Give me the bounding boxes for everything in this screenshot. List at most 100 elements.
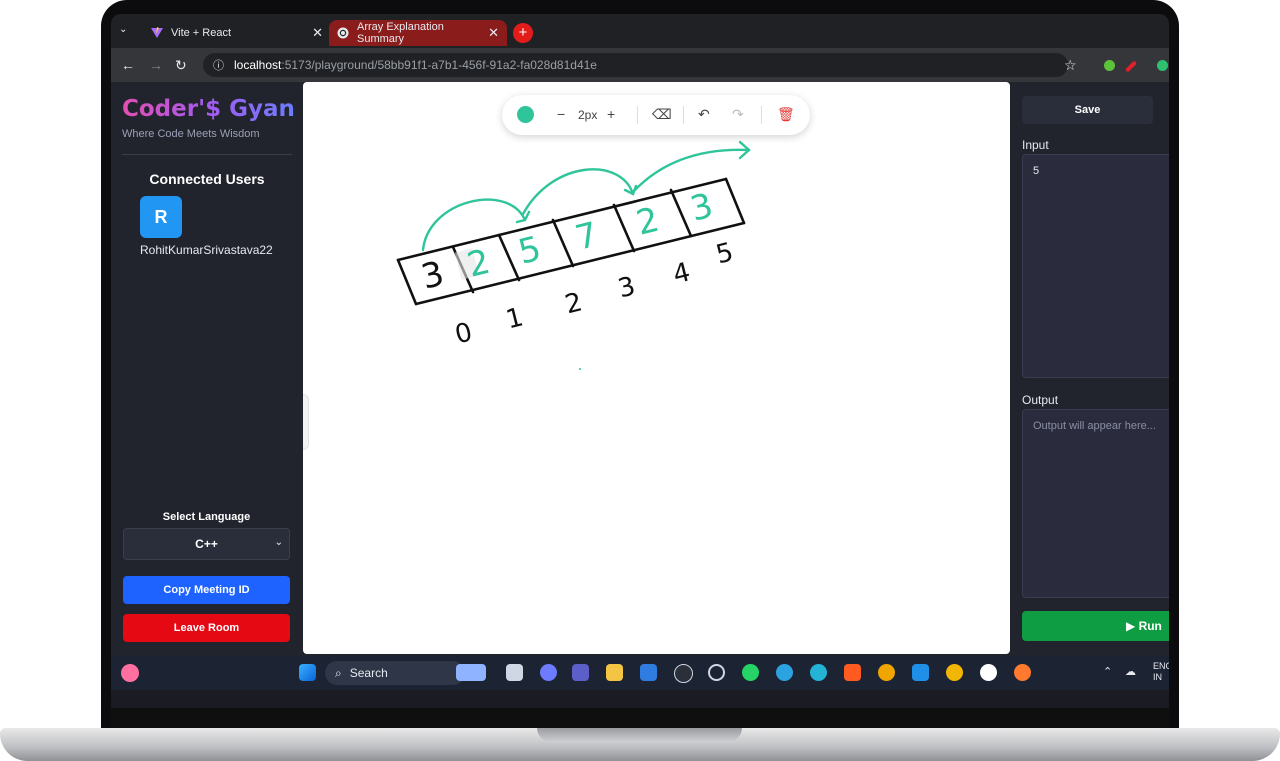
weather-widget-icon[interactable]	[121, 664, 139, 682]
language-select-value: C++	[195, 537, 218, 551]
new-tab-button[interactable]: +	[513, 23, 533, 43]
input-field[interactable]: 5	[1022, 154, 1169, 378]
tab-label: Array Explanation Summary	[357, 21, 444, 45]
task-view-icon[interactable]	[506, 664, 523, 681]
array-value-4: 2	[632, 200, 663, 244]
forward-arrow-icon[interactable]: →	[149, 57, 163, 73]
teams-icon[interactable]	[572, 664, 589, 681]
whiteboard-canvas[interactable]: 3 2 5 7 2 3 0 1 2 3 4 5 − 2px + ⌫ ↶ ↷ 🗑	[303, 82, 1010, 654]
save-button[interactable]: Save	[1022, 96, 1153, 124]
vite-logo-icon	[151, 27, 163, 39]
array-value-5: 3	[686, 186, 717, 230]
brave-icon[interactable]	[844, 664, 861, 681]
back-arrow-icon[interactable]: ←	[121, 57, 135, 73]
site-info-icon[interactable]: ⓘ	[213, 57, 224, 73]
toolbar-divider	[683, 106, 684, 124]
avatar: R	[140, 196, 182, 238]
input-label: Input	[1022, 138, 1049, 152]
array-index-4: 4	[670, 257, 693, 290]
array-index-3: 3	[615, 271, 638, 304]
toolbar-divider	[637, 106, 638, 124]
decrease-stroke-icon[interactable]: −	[557, 106, 565, 122]
brand-logo: Coder'$ Gyan	[122, 96, 295, 122]
chevron-down-icon: ⌄	[274, 537, 283, 548]
chrome-icon[interactable]	[878, 664, 895, 681]
whatsapp-icon[interactable]	[742, 664, 759, 681]
input-language-indicator[interactable]: ENG IN	[1153, 661, 1169, 683]
select-language-label: Select Language	[162, 511, 251, 523]
array-index-2: 2	[562, 287, 585, 320]
output-label: Output	[1022, 393, 1059, 407]
io-panel: Save Input 5 Output Output will appear h…	[1010, 82, 1169, 656]
chrome-active-icon[interactable]	[946, 664, 963, 681]
stroke-width-value: 2px	[578, 108, 598, 122]
brand-tagline: Where Code Meets Wisdom	[122, 128, 260, 140]
stray-dot	[579, 368, 581, 370]
telegram-icon[interactable]	[776, 664, 793, 681]
undo-icon[interactable]: ↶	[698, 106, 710, 123]
whiteboard-drawing: 3 2 5 7 2 3 0 1 2 3 4 5	[396, 140, 751, 370]
url-host: localhost	[234, 58, 282, 72]
language-line1: ENG	[1153, 661, 1169, 671]
openai-logo-icon	[337, 27, 349, 39]
edge-icon[interactable]	[810, 664, 827, 681]
reload-icon[interactable]: ↻	[175, 57, 187, 74]
search-icon: ⌕	[335, 665, 342, 680]
tab-vite-react[interactable]: Vite + React ✕	[143, 20, 331, 46]
tab-array-explanation[interactable]: Array Explanation Summary ✕	[329, 20, 507, 46]
language-select[interactable]: C++ ⌄	[123, 528, 290, 560]
array-value-2: 5	[514, 229, 545, 273]
tray-chevron-up-icon[interactable]: ⌃	[1103, 665, 1112, 678]
drawing-toolbar: − 2px + ⌫ ↶ ↷ 🗑	[502, 95, 810, 135]
sidebar: Coder'$ Gyan Where Code Meets Wisdom Con…	[111, 82, 303, 656]
screen: ⌄ Vite + React ✕ Array Explanation Summa…	[111, 14, 1169, 708]
url-input[interactable]: ⓘ localhost :5173/playground/58bb91f1-a7…	[203, 53, 1068, 77]
toolbar-divider	[761, 106, 762, 124]
run-button[interactable]: ▶ Run	[1022, 611, 1169, 641]
array-index-5: 5	[713, 237, 736, 270]
url-path: :5173/playground/58bb91f1-a7b1-456f-91a2…	[281, 58, 597, 72]
increase-stroke-icon[interactable]: +	[607, 106, 615, 122]
array-index-1: 1	[503, 302, 526, 335]
laptop-notch	[537, 728, 742, 742]
taskbar-search[interactable]: ⌕ Search	[325, 661, 465, 685]
postman-icon[interactable]	[1014, 664, 1031, 681]
close-icon[interactable]: ✕	[312, 25, 323, 41]
panel-resize-handle[interactable]	[303, 394, 309, 450]
extension-icon[interactable]	[1157, 60, 1168, 71]
tray-status-icon[interactable]: ☁	[1125, 665, 1136, 678]
openai-app-icon[interactable]	[708, 664, 725, 681]
connected-users-title: Connected Users	[149, 171, 265, 187]
extension-icon[interactable]	[1104, 60, 1115, 71]
dell-icon[interactable]	[674, 664, 693, 683]
pen-extension-icon[interactable]	[1124, 60, 1138, 73]
color-swatch[interactable]	[517, 106, 534, 123]
username: RohitKumarSrivastava22	[140, 243, 273, 257]
language-line2: IN	[1153, 672, 1162, 682]
array-index-0: 0	[452, 317, 475, 350]
store-icon[interactable]	[640, 664, 657, 681]
close-icon[interactable]: ✕	[488, 25, 499, 41]
trash-icon[interactable]: 🗑	[777, 106, 795, 123]
taskbar: ⌕ Search ⌃ ☁ ENG IN	[111, 656, 1169, 690]
windows-start-icon[interactable]	[299, 664, 316, 681]
search-highlight-icon[interactable]	[456, 664, 486, 681]
output-field: Output will appear here...	[1022, 409, 1169, 598]
eraser-icon[interactable]: ⌫	[652, 106, 672, 123]
taskbar-search-placeholder: Search	[349, 666, 388, 680]
redo-icon[interactable]: ↷	[732, 106, 744, 123]
leave-room-button[interactable]: Leave Room	[123, 614, 290, 642]
tab-label: Vite + React	[171, 27, 232, 39]
tab-search-chevron-icon[interactable]: ⌄	[119, 24, 127, 35]
copy-meeting-id-button[interactable]: Copy Meeting ID	[123, 576, 290, 604]
vscode-icon[interactable]	[912, 664, 929, 681]
array-value-3: 7	[571, 215, 602, 259]
app-icon[interactable]	[980, 664, 997, 681]
file-explorer-icon[interactable]	[606, 664, 623, 681]
browser-tab-bar: ⌄ Vite + React ✕ Array Explanation Summa…	[111, 14, 1169, 48]
copilot-icon[interactable]	[540, 664, 557, 681]
array-value-0: 3	[417, 254, 448, 298]
divider	[122, 154, 292, 155]
browser-address-bar: ← → ↻ ⓘ localhost :5173/playground/58bb9…	[111, 48, 1169, 82]
bookmark-star-icon[interactable]: ☆	[1064, 57, 1077, 74]
